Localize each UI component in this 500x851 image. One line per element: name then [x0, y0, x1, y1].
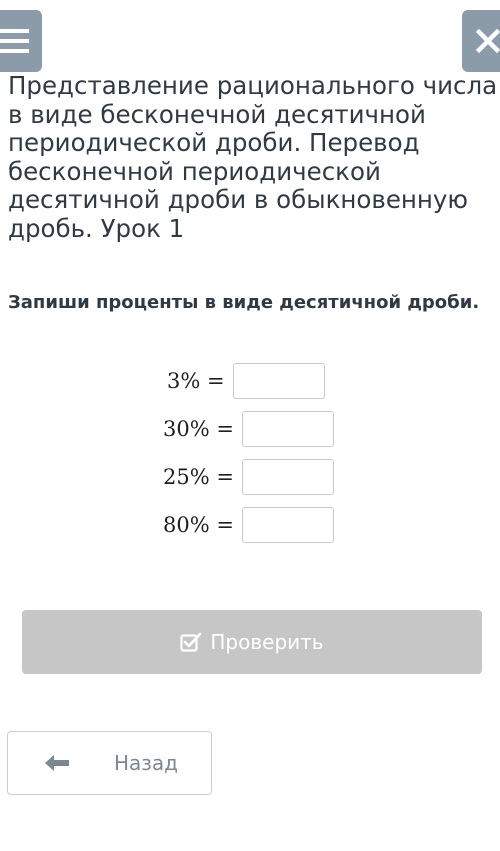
- answer-input-3-percent[interactable]: [232, 363, 325, 399]
- lesson-title: Представление рационального числа в виде…: [8, 71, 498, 243]
- back-button-label: Назад: [114, 751, 179, 775]
- percent-label: 3% =: [167, 369, 225, 393]
- checkbox-check-icon: [180, 632, 202, 652]
- answer-input-80-percent[interactable]: [241, 507, 334, 543]
- percent-label: 25% =: [163, 465, 234, 489]
- back-button[interactable]: Назад: [7, 731, 212, 795]
- check-button-label: Проверить: [210, 630, 324, 654]
- equation-row: 80% =: [163, 506, 334, 544]
- close-button[interactable]: [462, 10, 500, 72]
- task-title: Запиши проценты в виде десятичной дроби.: [8, 292, 480, 313]
- check-button[interactable]: Проверить: [22, 610, 482, 674]
- percent-label: 30% =: [163, 417, 234, 441]
- answer-input-30-percent[interactable]: [241, 411, 334, 447]
- answer-input-25-percent[interactable]: [241, 459, 334, 495]
- hamburger-menu-icon: [0, 29, 29, 53]
- menu-button[interactable]: [0, 10, 42, 72]
- lesson-page: Представление рационального числа в виде…: [0, 0, 500, 851]
- equation-row: 30% =: [163, 410, 334, 448]
- equation-row: 25% =: [163, 458, 334, 496]
- arrow-left-icon: [44, 754, 70, 776]
- close-icon: [476, 29, 500, 53]
- equation-row: 3% =: [167, 362, 325, 400]
- percent-label: 80% =: [163, 513, 234, 537]
